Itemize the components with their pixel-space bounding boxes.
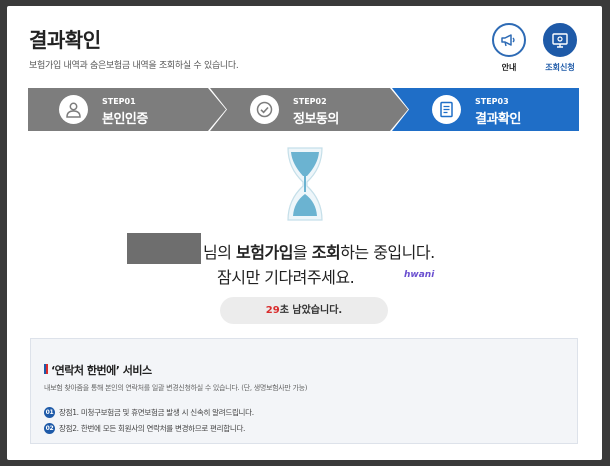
- inquiry-apply-label: 조회신청: [545, 63, 575, 72]
- step-2-icon: [250, 95, 279, 124]
- step-2-number: STEP02: [293, 97, 327, 106]
- step-1-number: STEP01: [102, 97, 136, 106]
- page-subtitle: 보험가입 내역과 숨은보험금 내역을 조회하실 수 있습니다.: [29, 61, 239, 71]
- person-icon: [66, 102, 81, 118]
- status-inquiry: 조회: [311, 243, 341, 262]
- status-name-suffix: 님의: [203, 243, 237, 262]
- page-title: 결과확인: [29, 28, 101, 52]
- service-description: 내보험 찾아줌을 통해 본인의 연락처를 일괄 변경신청하실 수 있습니다. (…: [44, 384, 308, 392]
- step-1-icon: [59, 95, 88, 124]
- status-insurance: 보험가입: [236, 243, 293, 262]
- status-particle: 을: [292, 243, 312, 262]
- timer-seconds: 29: [265, 305, 280, 316]
- step-3-label: 결과확인: [475, 112, 521, 127]
- monitor-icon: [552, 33, 568, 48]
- step-2-label: 정보동의: [293, 112, 339, 127]
- status-tail: 하는 중입니다.: [340, 243, 435, 262]
- flag-icon: [44, 364, 48, 374]
- hourglass-icon: [287, 147, 323, 221]
- service-item: 02 장점2. 한번에 모든 회원사의 연락처를 변경하므로 편리합니다.: [44, 423, 245, 434]
- service-item-text: 장점2. 한번에 모든 회원사의 연락처를 변경하므로 편리합니다.: [59, 424, 246, 433]
- document-icon: [440, 101, 453, 118]
- step-1: STEP01 본인인증: [28, 88, 228, 131]
- step-progress: STEP01 본인인증 STEP02 정보동의 STEP03 결과확인: [28, 88, 579, 131]
- service-item-text: 장점1. 미청구보험금 및 휴면보험금 발생 시 신속히 알려드립니다.: [59, 408, 254, 417]
- notice-label: 안내: [501, 63, 517, 72]
- status-message: 님의 보험가입을 조회하는 중입니다.: [203, 239, 435, 263]
- timer-suffix: 초 남았습니다.: [279, 305, 343, 316]
- masked-name: [127, 233, 201, 264]
- item-number-badge: 01: [44, 407, 55, 418]
- step-3: STEP03 결과확인: [392, 88, 579, 131]
- contact-service-box: ‘연락처 한번에’ 서비스 내보험 찾아줌을 통해 본인의 연락처를 일괄 변경…: [30, 338, 578, 444]
- wait-message: 잠시만 기다려주세요.: [217, 268, 355, 287]
- inquiry-apply-button[interactable]: [543, 23, 577, 57]
- notice-button[interactable]: [492, 23, 526, 57]
- service-item: 01 장점1. 미청구보험금 및 휴면보험금 발생 시 신속히 알려드립니다.: [44, 407, 254, 418]
- watermark: hwani: [404, 270, 435, 280]
- result-panel: 결과확인 보험가입 내역과 숨은보험금 내역을 조회하실 수 있습니다. 안내 …: [7, 6, 602, 460]
- step-3-icon: [432, 95, 461, 124]
- step-3-number: STEP03: [475, 97, 509, 106]
- check-circle-icon: [256, 101, 273, 118]
- step-1-label: 본인인증: [102, 112, 148, 127]
- megaphone-icon: [501, 34, 515, 47]
- step-2: STEP02 정보동의: [210, 88, 410, 131]
- item-number-badge: 02: [44, 423, 55, 434]
- service-title: ‘연락처 한번에’ 서비스: [51, 364, 152, 377]
- countdown-timer: 29초 남았습니다.: [220, 297, 388, 324]
